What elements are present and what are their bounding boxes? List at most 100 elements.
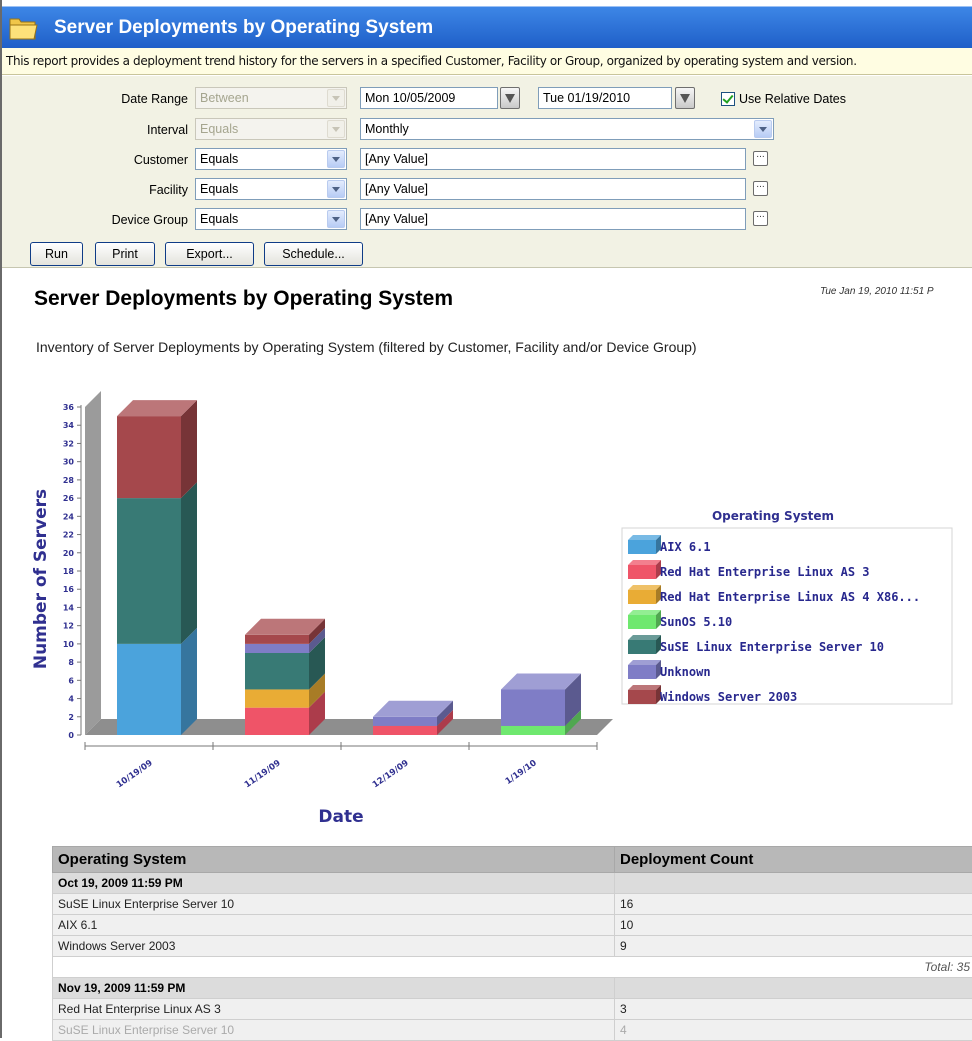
- group-label: Nov 19, 2009 11:59 PM: [53, 978, 615, 999]
- legend-swatch: [628, 615, 656, 629]
- device-group-operator-select[interactable]: Equals: [195, 208, 347, 230]
- os-cell: Windows Server 2003: [53, 936, 615, 957]
- interval-value: Monthly: [365, 122, 409, 136]
- column-header-deployment-count: Deployment Count: [615, 847, 972, 873]
- y-tick-label: 32: [63, 439, 74, 448]
- facility-value: [Any Value]: [365, 182, 428, 196]
- bar-segment: [245, 653, 309, 689]
- report-header-title: Server Deployments by Operating System: [54, 17, 433, 39]
- run-button[interactable]: Run: [30, 242, 83, 266]
- start-date-field[interactable]: Mon 10/05/2009: [360, 87, 498, 109]
- date-range-operator-value: Between: [200, 91, 249, 105]
- customer-value-field[interactable]: [Any Value]: [360, 148, 746, 170]
- count-cell: 9: [615, 936, 972, 957]
- y-tick-label: 20: [63, 549, 75, 558]
- chevron-down-icon: [754, 120, 772, 138]
- y-tick-label: 6: [68, 676, 74, 685]
- start-date-picker-button[interactable]: [500, 87, 520, 109]
- bar-segment: [245, 644, 309, 653]
- report-description: This report provides a deployment trend …: [2, 48, 972, 75]
- table-row: SuSE Linux Enterprise Server 10 4: [53, 1020, 972, 1041]
- legend-swatch-top: [628, 660, 661, 665]
- legend-swatch: [628, 590, 656, 604]
- facility-label: Facility: [0, 183, 188, 197]
- count-cell: 10: [615, 915, 972, 936]
- legend-swatch-top: [628, 560, 661, 565]
- device-group-value-field[interactable]: [Any Value]: [360, 208, 746, 230]
- y-tick-label: 34: [63, 421, 75, 430]
- os-cell: AIX 6.1: [53, 915, 615, 936]
- table-row: Windows Server 2003 9: [53, 936, 972, 957]
- table-group-row: Nov 19, 2009 11:59 PM: [53, 978, 972, 999]
- table-total-row: Total: 35: [53, 957, 972, 978]
- legend-item-label: Red Hat Enterprise Linux AS 3: [660, 565, 870, 579]
- y-tick-label: 16: [63, 585, 75, 594]
- end-date-field[interactable]: Tue 01/19/2010: [538, 87, 672, 109]
- os-cell: SuSE Linux Enterprise Server 10: [53, 894, 615, 915]
- customer-label: Customer: [0, 153, 188, 167]
- x-tick-label: 11/19/09: [243, 758, 283, 790]
- os-cell: SuSE Linux Enterprise Server 10: [53, 1020, 615, 1041]
- bar-segment: [501, 726, 565, 735]
- filter-panel: Date Range Between Mon 10/05/2009 Tue 01…: [2, 76, 972, 268]
- legend-item-label: AIX 6.1: [660, 540, 711, 554]
- y-tick-label: 24: [63, 512, 75, 521]
- bar-segment: [245, 689, 309, 707]
- legend-swatch-top: [628, 685, 661, 690]
- x-tick-label: 12/19/09: [371, 758, 411, 790]
- use-relative-dates-checkbox[interactable]: [721, 92, 735, 106]
- legend-item-label: Unknown: [660, 665, 711, 679]
- customer-operator-value: Equals: [200, 152, 238, 166]
- column-header-operating-system: Operating System: [53, 847, 615, 873]
- bar-segment: [245, 708, 309, 735]
- bar-segment: [117, 416, 181, 498]
- y-tick-label: 18: [63, 567, 75, 576]
- customer-browse-button[interactable]: ...: [753, 151, 768, 166]
- facility-value-field[interactable]: [Any Value]: [360, 178, 746, 200]
- x-tick-label: 10/19/09: [115, 758, 155, 790]
- facility-browse-button[interactable]: ...: [753, 181, 768, 196]
- bar-segment: [373, 717, 437, 726]
- bar-segment: [501, 689, 565, 725]
- deployment-table: Operating System Deployment Count Oct 19…: [52, 846, 972, 1041]
- schedule-button[interactable]: Schedule...: [264, 242, 363, 266]
- legend-item-label: SuSE Linux Enterprise Server 10: [660, 640, 884, 654]
- legend-swatch-top: [628, 635, 661, 640]
- export-button[interactable]: Export...: [165, 242, 254, 266]
- legend-swatch: [628, 640, 656, 654]
- legend-swatch: [628, 690, 656, 704]
- report-subtitle: Inventory of Server Deployments by Opera…: [36, 339, 697, 355]
- start-date-value: Mon 10/05/2009: [365, 91, 455, 105]
- folder-icon: [8, 14, 38, 41]
- bar-segment-side: [181, 400, 197, 498]
- table-row: SuSE Linux Enterprise Server 10 16: [53, 894, 972, 915]
- chart-back-wall: [85, 391, 101, 735]
- count-cell: 16: [615, 894, 972, 915]
- print-button[interactable]: Print: [95, 242, 155, 266]
- legend-swatch-top: [628, 535, 661, 540]
- device-group-browse-button[interactable]: ...: [753, 211, 768, 226]
- legend-item-label: Red Hat Enterprise Linux AS 4 X86...: [660, 590, 920, 604]
- legend-swatch: [628, 540, 656, 554]
- device-group-operator-value: Equals: [200, 212, 238, 226]
- end-date-value: Tue 01/19/2010: [543, 91, 630, 105]
- table-row: Red Hat Enterprise Linux AS 3 3: [53, 999, 972, 1020]
- y-tick-label: 22: [63, 531, 74, 540]
- table-header-row: Operating System Deployment Count: [53, 847, 972, 873]
- report-description-text: This report provides a deployment trend …: [6, 54, 857, 68]
- chevron-down-icon: [327, 180, 345, 198]
- chevron-down-icon: [327, 120, 345, 138]
- facility-operator-select[interactable]: Equals: [195, 178, 347, 200]
- interval-select[interactable]: Monthly: [360, 118, 774, 140]
- y-tick-label: 30: [63, 458, 75, 467]
- deployment-stacked-bar-chart: 024681012141618202224262830323436Number …: [0, 380, 972, 830]
- bar-segment-side: [181, 628, 197, 735]
- interval-operator-select: Equals: [195, 118, 347, 140]
- customer-operator-select[interactable]: Equals: [195, 148, 347, 170]
- interval-operator-value: Equals: [200, 122, 238, 136]
- end-date-picker-button[interactable]: [675, 87, 695, 109]
- y-tick-label: 10: [63, 640, 75, 649]
- bar-segment: [373, 726, 437, 735]
- group-label: Oct 19, 2009 11:59 PM: [53, 873, 615, 894]
- table-group-row: Oct 19, 2009 11:59 PM: [53, 873, 972, 894]
